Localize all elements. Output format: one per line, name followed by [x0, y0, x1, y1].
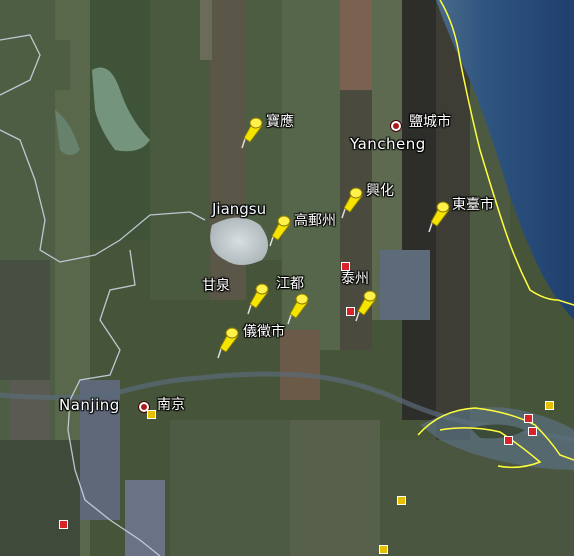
- placemark-pin-dongtai[interactable]: [421, 200, 451, 234]
- placemark-label-taizhou: 泰州: [341, 271, 369, 287]
- pushpin-icon: [355, 290, 377, 322]
- province-label: Jiangsu: [212, 200, 267, 218]
- pushpin-icon: [341, 187, 363, 219]
- placemark-pin-gaoyou[interactable]: [262, 214, 292, 248]
- placemark-pin-baoying[interactable]: [234, 116, 264, 150]
- pushpin-icon: [217, 327, 239, 359]
- placemark-label-jiangdu: 江都: [276, 276, 304, 292]
- city-label-nanjing-cn: 南京: [157, 397, 185, 413]
- pushpin-icon: [287, 293, 309, 325]
- poi-marker-red[interactable]: [524, 414, 533, 423]
- poi-marker-red[interactable]: [59, 520, 68, 529]
- placemark-pin-xinghua[interactable]: [334, 186, 364, 220]
- poi-marker-red[interactable]: [504, 436, 513, 445]
- placemark-label-xinghua: 興化: [366, 183, 394, 199]
- placemark-label-dongtai: 東臺市: [452, 197, 494, 213]
- poi-marker-red[interactable]: [528, 427, 537, 436]
- poi-marker-yellow[interactable]: [379, 545, 388, 554]
- placemark-pin-jiangdu[interactable]: [280, 292, 310, 326]
- city-marker-yancheng[interactable]: [390, 120, 402, 132]
- placemark-label-gaoyou: 高郵州: [294, 213, 336, 229]
- pushpin-icon: [428, 201, 450, 233]
- city-label-nanjing-en: Nanjing: [59, 396, 120, 414]
- pushpin-icon: [269, 215, 291, 247]
- city-label-yancheng-en: Yancheng: [350, 135, 426, 153]
- placemark-label-baoying: 寶應: [266, 114, 294, 130]
- placemark-pin-yizheng[interactable]: [210, 326, 240, 360]
- poi-marker-yellow[interactable]: [545, 401, 554, 410]
- poi-marker-yellow[interactable]: [147, 410, 156, 419]
- city-label-yancheng-cn: 鹽城市: [409, 114, 451, 130]
- placemark-label-ganquan: 甘泉: [202, 278, 230, 294]
- placemark-label-yizheng: 儀徵市: [243, 324, 285, 340]
- poi-marker-red[interactable]: [346, 307, 355, 316]
- pushpin-icon: [247, 283, 269, 315]
- placemark-pin-taizhou[interactable]: [348, 289, 378, 323]
- poi-marker-yellow[interactable]: [397, 496, 406, 505]
- satellite-map[interactable]: Jiangsu 鹽城市 Yancheng Nanjing 南京 寶應 興化 東臺…: [0, 0, 574, 556]
- placemark-pin-ganquan[interactable]: [240, 282, 270, 316]
- pushpin-icon: [241, 117, 263, 149]
- poi-marker-red[interactable]: [341, 262, 350, 271]
